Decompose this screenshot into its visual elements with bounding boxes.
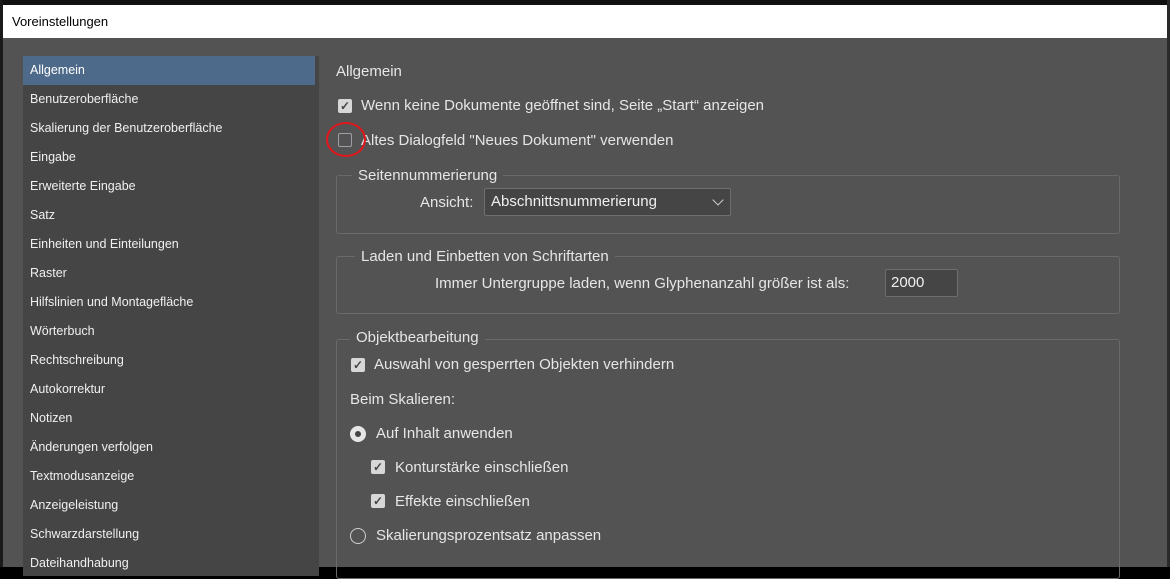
page-numbering-view-select[interactable]: Abschnittsnummerierung — [484, 188, 731, 216]
window-title: Voreinstellungen — [12, 14, 109, 29]
apply-to-content-radio[interactable] — [350, 426, 366, 442]
include-stroke-label: Konturstärke einschließen — [395, 459, 569, 476]
section-title: Allgemein — [336, 63, 402, 80]
sidebar-item-erweiterte-eingabe[interactable]: Erweiterte Eingabe — [23, 172, 315, 201]
sidebar-item-aenderungen[interactable]: Änderungen verfolgen — [23, 433, 315, 462]
glyph-count-value: 2000 — [891, 274, 925, 291]
preferences-dialog: Allgemein Benutzeroberfläche Skalierung … — [3, 38, 1167, 579]
sidebar-item-satz[interactable]: Satz — [23, 201, 315, 230]
prevent-locked-selection-label: Auswahl von gesperrten Objekten verhinde… — [374, 356, 675, 373]
glyph-subset-label: Immer Untergruppe laden, wenn Glyphenanz… — [435, 275, 850, 292]
sidebar-item-skalierung[interactable]: Skalierung der Benutzeroberfläche — [23, 114, 315, 143]
include-stroke-checkbox[interactable]: ✓ — [371, 460, 385, 474]
sidebar-item-benutzeroberflaeche[interactable]: Benutzeroberfläche — [23, 85, 315, 114]
sidebar-item-rechtschreibung[interactable]: Rechtschreibung — [23, 346, 315, 375]
adjust-scaling-percent-radio[interactable] — [350, 528, 366, 544]
category-sidebar: Allgemein Benutzeroberfläche Skalierung … — [23, 56, 319, 576]
sidebar-item-textmodus[interactable]: Textmodusanzeige — [23, 462, 315, 491]
include-effects-checkbox[interactable]: ✓ — [371, 494, 385, 508]
sidebar-item-autokorrektur[interactable]: Autokorrektur — [23, 375, 315, 404]
sidebar-item-eingabe[interactable]: Eingabe — [23, 143, 315, 172]
show-start-label: Wenn keine Dokumente geöffnet sind, Seit… — [361, 97, 765, 114]
object-editing-legend: Objektbearbeitung — [350, 329, 485, 346]
scaling-label: Beim Skalieren: — [350, 391, 456, 408]
sidebar-item-schwarzdarstellung[interactable]: Schwarzdarstellung — [23, 520, 315, 549]
sidebar-item-allgemein[interactable]: Allgemein — [23, 56, 315, 85]
font-loading-legend: Laden und Einbetten von Schriftarten — [355, 248, 615, 265]
sidebar-item-woerterbuch[interactable]: Wörterbuch — [23, 317, 315, 346]
prevent-locked-selection-checkbox[interactable]: ✓ — [351, 358, 365, 372]
show-start-checkbox[interactable]: ✓ — [338, 99, 352, 113]
include-effects-label: Effekte einschließen — [395, 493, 530, 510]
page-numbering-view-value: Abschnittsnummerierung — [491, 193, 657, 210]
page-numbering-legend: Seitennummerierung — [352, 167, 504, 184]
adjust-scaling-percent-label: Skalierungsprozentsatz anpassen — [376, 527, 602, 544]
sidebar-item-raster[interactable]: Raster — [23, 259, 315, 288]
sidebar-item-notizen[interactable]: Notizen — [23, 404, 315, 433]
window-title-bar[interactable]: Voreinstellungen — [3, 5, 1167, 38]
view-label: Ansicht: — [420, 194, 474, 211]
sidebar-item-einheiten[interactable]: Einheiten und Einteilungen — [23, 230, 315, 259]
sidebar-item-anzeigeleistung[interactable]: Anzeigeleistung — [23, 491, 315, 520]
annotation-circle — [326, 122, 366, 157]
chevron-down-icon — [712, 194, 724, 206]
glyph-count-input[interactable]: 2000 — [885, 269, 958, 297]
sidebar-item-hilfslinien[interactable]: Hilfslinien und Montagefläche — [23, 288, 315, 317]
sidebar-item-dateihandhabung[interactable]: Dateihandhabung — [23, 549, 315, 576]
legacy-new-document-label: Altes Dialogfeld "Neues Dokument" verwen… — [361, 132, 674, 149]
apply-to-content-label: Auf Inhalt anwenden — [376, 425, 513, 442]
